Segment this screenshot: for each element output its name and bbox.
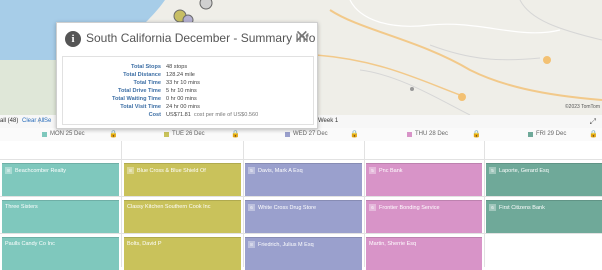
day-label: WED 27 Dec (293, 131, 328, 137)
lock-icon[interactable]: 🔒 (589, 130, 598, 138)
summary-row: Total Visit Time 24 hr 00 mins (120, 104, 200, 110)
stop-label: Martin, Sherrie Esq (369, 241, 417, 247)
stop-card[interactable]: 6 Frontier Bonding Service (366, 200, 482, 233)
summary-row: Total Time 33 hr 10 mins (133, 80, 200, 86)
stop-card[interactable]: 5 Laporte, Gerard Esq (486, 163, 602, 196)
stop-card[interactable]: Three Sisters (2, 200, 119, 233)
day-label: TUE 26 Dec (172, 131, 205, 137)
day-headers: MON 25 Dec 🔒 TUE 26 Dec 🔒 WED 27 Dec 🔒 T… (0, 128, 602, 142)
stop-label: Classy Kitchen Southern Cook Inc (127, 204, 211, 210)
stop-card[interactable]: 6 White Cross Drug Store (245, 200, 362, 233)
stop-card[interactable]: 5 Pnc Bank (366, 163, 482, 196)
stop-label: Paulls Candy Co Inc (5, 241, 55, 247)
summary-row: Total Waiting Time 0 hr 00 mins (112, 96, 197, 102)
day-header-thu[interactable]: THU 28 Dec 🔒 (407, 128, 485, 141)
day-color-swatch (285, 132, 290, 137)
day-header-mon[interactable]: MON 25 Dec 🔒 (42, 128, 122, 141)
close-icon[interactable]: ✕ (295, 28, 309, 45)
lock-icon[interactable]: 🔒 (472, 130, 481, 138)
stop-label: Laporte, Gerard Esq (499, 168, 549, 174)
stop-card[interactable]: Bolts, David P (124, 237, 241, 270)
week-label: Week 1 (318, 118, 339, 124)
schedule-grid: 8 Beachcomber Realty Three Sisters Paulls C… (0, 141, 602, 270)
stop-label: Frontier Bonding Service (379, 205, 440, 211)
cost-note: cost per mile of US$0.560 (193, 112, 259, 118)
summary-table: Total Stops 48 stops Total Distance 128.… (62, 56, 314, 125)
day-header-fri[interactable]: FRI 29 Dec 🔒 (528, 128, 602, 141)
toolbar-truncated-link[interactable]: Se (44, 118, 51, 124)
stop-card[interactable]: Classy Kitchen Southern Cook Inc (124, 200, 241, 233)
day-header-wed[interactable]: WED 27 Dec 🔒 (285, 128, 363, 141)
stop-label: Blue Cross & Blue Shield Of (137, 168, 206, 174)
map-attribution: ©2023 TomTom (565, 104, 600, 110)
summary-row: Cost US$71.81 cost per mile of US$0.560 (148, 112, 259, 118)
summary-row: Total Distance 128.24 mile (123, 72, 195, 78)
stop-label: Beachcomber Realty (15, 168, 67, 174)
day-header-tue[interactable]: TUE 26 Dec 🔒 (164, 128, 244, 141)
stop-number: 6 (489, 204, 496, 211)
expand-icon[interactable]: ⤢ (590, 117, 596, 127)
lock-icon[interactable]: 🔒 (109, 130, 118, 138)
stop-label: First Citizens Bank (499, 205, 545, 211)
stop-number: 6 (248, 204, 255, 211)
day-label: THU 28 Dec (415, 131, 449, 137)
stop-number: 6 (369, 204, 376, 211)
stop-card[interactable]: 6 First Citizens Bank (486, 200, 602, 233)
stop-number: 5 (489, 167, 496, 174)
stop-card[interactable]: 8 Beachcomber Realty (2, 163, 119, 196)
info-icon: i (65, 31, 81, 47)
stop-number: 8 (248, 241, 255, 248)
day-color-swatch (42, 132, 47, 137)
stop-label: White Cross Drug Store (258, 205, 317, 211)
stop-label: Davis, Mark A Esq (258, 168, 303, 174)
day-color-swatch (407, 132, 412, 137)
cost-value: US$71.81 (166, 112, 191, 118)
stop-label: Bolts, David P (127, 241, 162, 247)
summary-info-popup: i South California December - Summary In… (56, 22, 318, 129)
lock-icon[interactable]: 🔒 (350, 130, 359, 138)
lock-icon[interactable]: 🔒 (231, 130, 240, 138)
stop-number: 8 (127, 167, 134, 174)
stop-card[interactable]: Martin, Sherrie Esq (366, 237, 482, 270)
day-label: MON 25 Dec (50, 131, 85, 137)
stop-label: Three Sisters (5, 204, 38, 210)
all-stops-label: all (48) (0, 118, 19, 124)
stop-label: Friedrich, Julius M Esq (258, 242, 314, 248)
stop-card[interactable]: Paulls Candy Co Inc (2, 237, 119, 270)
summary-row: Total Drive Time 5 hr 10 mins (117, 88, 197, 94)
day-color-swatch (528, 132, 533, 137)
stop-card[interactable]: 8 Blue Cross & Blue Shield Of (124, 163, 241, 196)
popup-title: South California December - Summary Info (86, 31, 316, 45)
day-color-swatch (164, 132, 169, 137)
stop-card[interactable]: 5 Davis, Mark A Esq (245, 163, 362, 196)
summary-row: Total Stops 48 stops (130, 64, 188, 70)
day-label: FRI 29 Dec (536, 131, 567, 137)
stop-card[interactable]: 8 Friedrich, Julius M Esq (245, 237, 362, 270)
stop-label: Pnc Bank (379, 168, 403, 174)
stop-number: 5 (248, 167, 255, 174)
stop-number: 5 (369, 167, 376, 174)
stop-number: 8 (5, 167, 12, 174)
